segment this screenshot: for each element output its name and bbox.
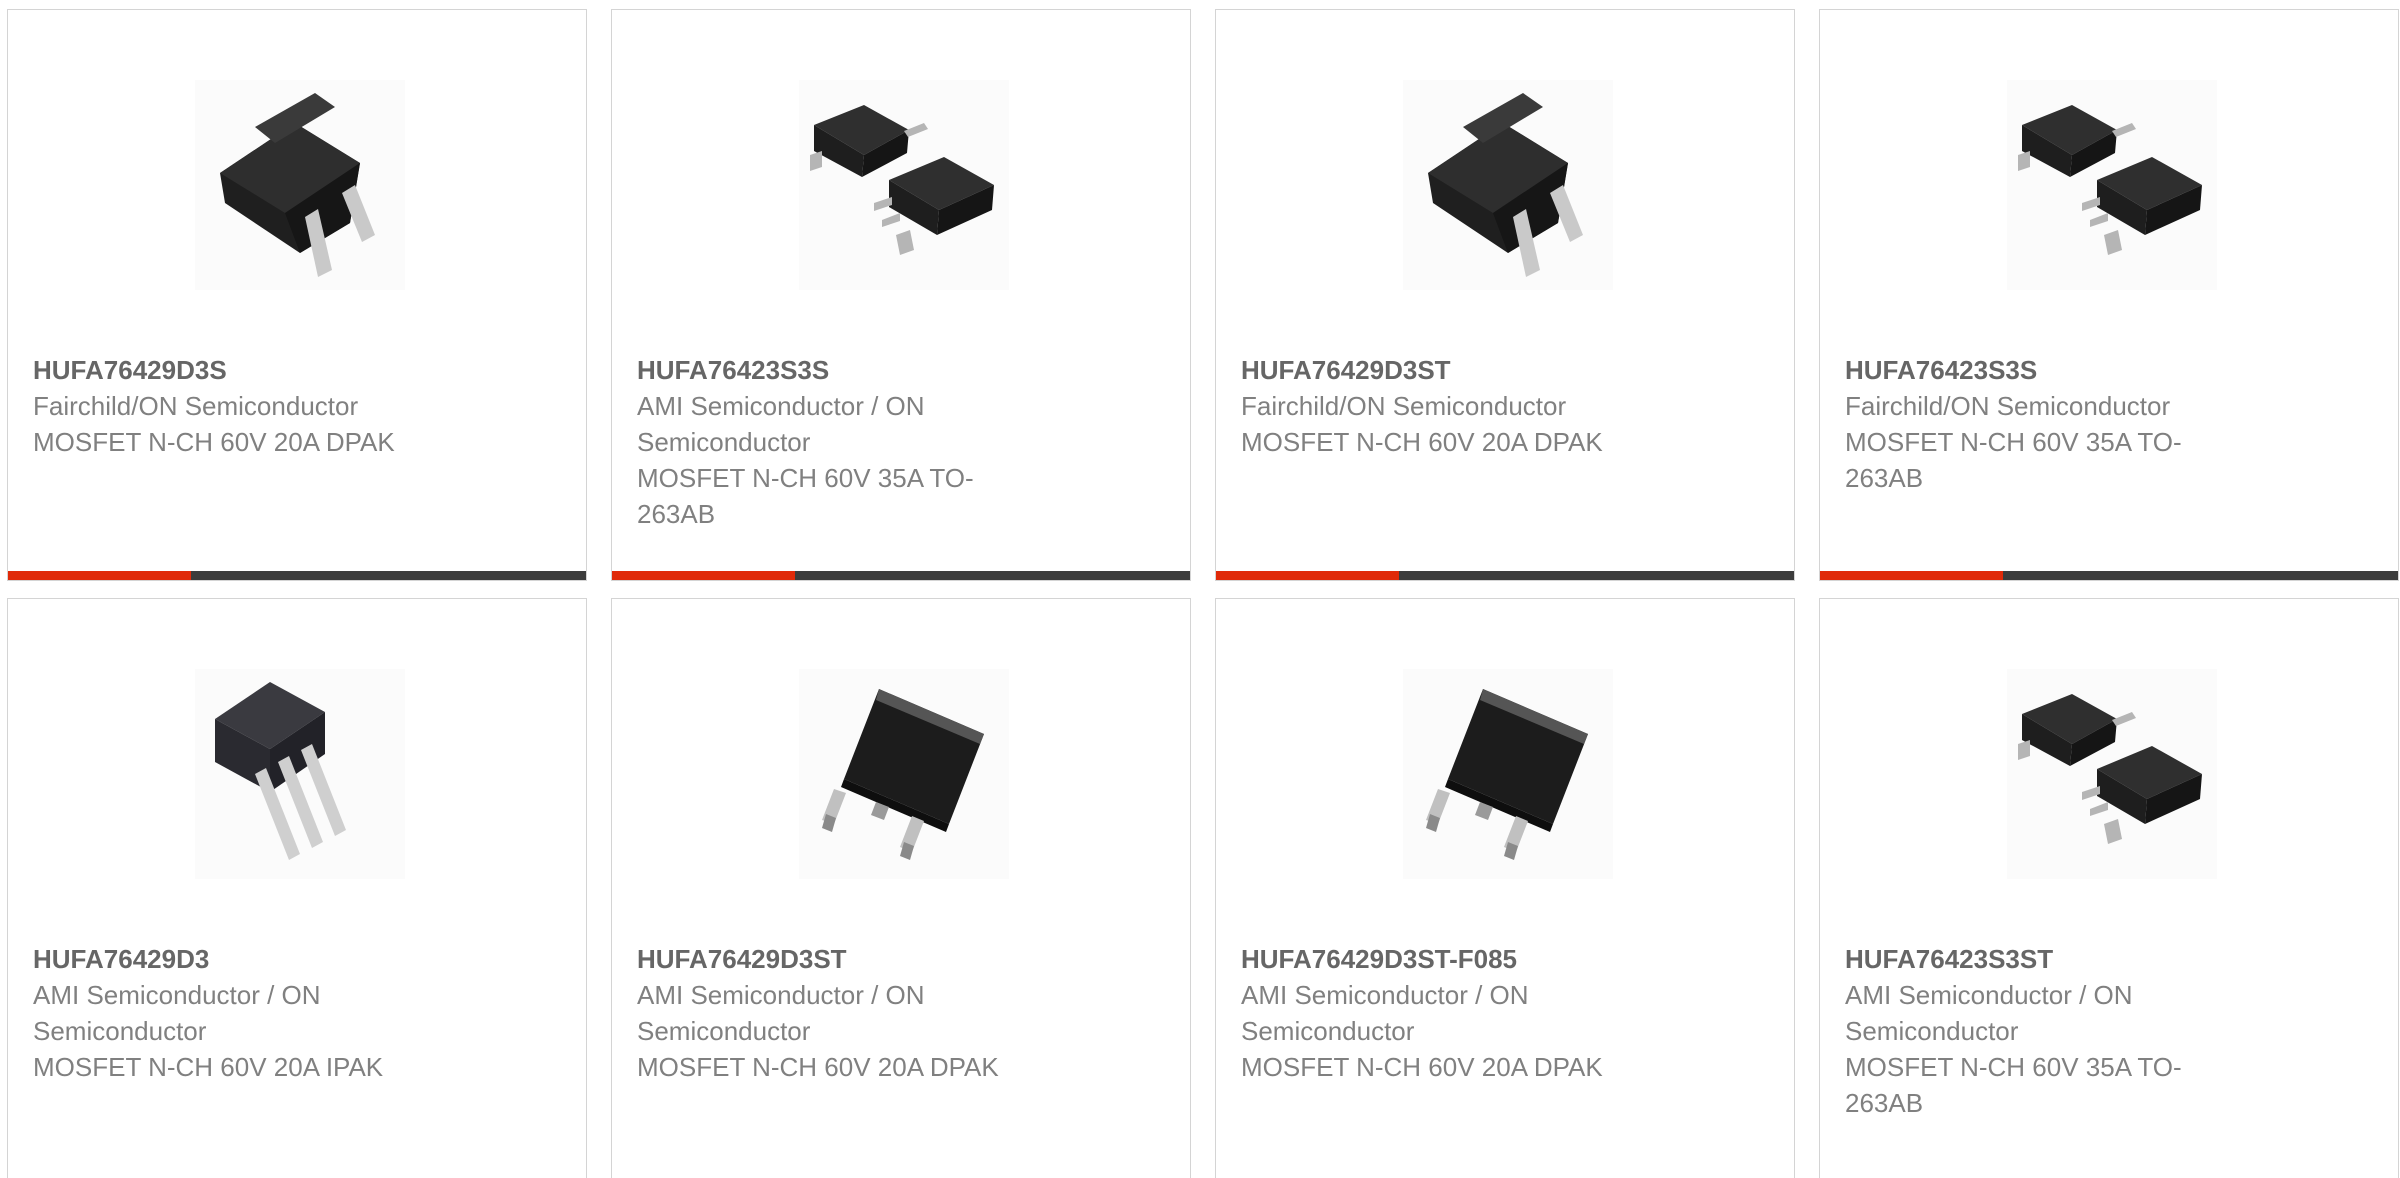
card-accent-bar	[8, 571, 586, 580]
description: MOSFET N-CH 60V 20A DPAK	[637, 1052, 999, 1082]
part-number[interactable]: HUFA76429D3ST	[1241, 352, 1641, 388]
manufacturer: Fairchild/ON Semiconductor	[33, 391, 359, 421]
product-image[interactable]	[195, 80, 405, 290]
manufacturer: AMI Semiconductor / ON Semiconductor	[637, 391, 925, 457]
dpak-icon	[220, 93, 375, 277]
description: MOSFET N-CH 60V 35A TO-263AB	[637, 463, 974, 529]
manufacturer: AMI Semiconductor / ON Semiconductor	[637, 980, 925, 1046]
dpak-icon	[1428, 93, 1583, 277]
product-card[interactable]: HUFA76429D3ST-F085 AMI Semiconductor / O…	[1215, 598, 1795, 1178]
manufacturer: AMI Semiconductor / ON Semiconductor	[33, 980, 321, 1046]
product-image[interactable]	[1403, 669, 1613, 879]
product-card[interactable]: HUFA76429D3ST Fairchild/ON Semiconductor…	[1215, 9, 1795, 581]
d2pak-pair-icon	[810, 105, 994, 255]
dpak-tilted-icon	[822, 689, 984, 860]
description: MOSFET N-CH 60V 35A TO-263AB	[1845, 427, 2182, 493]
product-card[interactable]: HUFA76423S3S Fairchild/ON Semiconductor …	[1819, 9, 2399, 581]
description: MOSFET N-CH 60V 35A TO-263AB	[1845, 1052, 2182, 1118]
dpak-tilted-icon	[1426, 689, 1588, 860]
part-number[interactable]: HUFA76423S3ST	[1845, 941, 2245, 977]
part-number[interactable]: HUFA76423S3S	[1845, 352, 2245, 388]
product-card[interactable]: HUFA76429D3ST AMI Semiconductor / ON Sem…	[611, 598, 1191, 1178]
card-accent-bar	[612, 571, 1190, 580]
product-card[interactable]: HUFA76429D3S Fairchild/ON Semiconductor …	[7, 9, 587, 581]
manufacturer: Fairchild/ON Semiconductor	[1241, 391, 1567, 421]
description: MOSFET N-CH 60V 20A DPAK	[1241, 1052, 1603, 1082]
description: MOSFET N-CH 60V 20A IPAK	[33, 1052, 384, 1082]
part-number[interactable]: HUFA76423S3S	[637, 352, 1037, 388]
product-image[interactable]	[799, 669, 1009, 879]
ipak-icon	[215, 682, 346, 860]
product-card[interactable]: HUFA76423S3ST AMI Semiconductor / ON Sem…	[1819, 598, 2399, 1178]
manufacturer: AMI Semiconductor / ON Semiconductor	[1845, 980, 2133, 1046]
product-card[interactable]: HUFA76423S3S AMI Semiconductor / ON Semi…	[611, 9, 1191, 581]
product-image[interactable]	[1403, 80, 1613, 290]
card-accent-bar	[1820, 571, 2398, 580]
manufacturer: Fairchild/ON Semiconductor	[1845, 391, 2171, 421]
part-number[interactable]: HUFA76429D3	[33, 941, 433, 977]
product-image[interactable]	[799, 80, 1009, 290]
d2pak-pair-icon	[2018, 694, 2202, 844]
product-card[interactable]: HUFA76429D3 AMI Semiconductor / ON Semic…	[7, 598, 587, 1178]
product-image[interactable]	[2007, 669, 2217, 879]
part-number[interactable]: HUFA76429D3S	[33, 352, 433, 388]
d2pak-pair-icon	[2018, 105, 2202, 255]
part-number[interactable]: HUFA76429D3ST-F085	[1241, 941, 1641, 977]
manufacturer: AMI Semiconductor / ON Semiconductor	[1241, 980, 1529, 1046]
description: MOSFET N-CH 60V 20A DPAK	[33, 427, 395, 457]
product-image[interactable]	[2007, 80, 2217, 290]
card-accent-bar	[1216, 571, 1794, 580]
description: MOSFET N-CH 60V 20A DPAK	[1241, 427, 1603, 457]
product-image[interactable]	[195, 669, 405, 879]
part-number[interactable]: HUFA76429D3ST	[637, 941, 1037, 977]
